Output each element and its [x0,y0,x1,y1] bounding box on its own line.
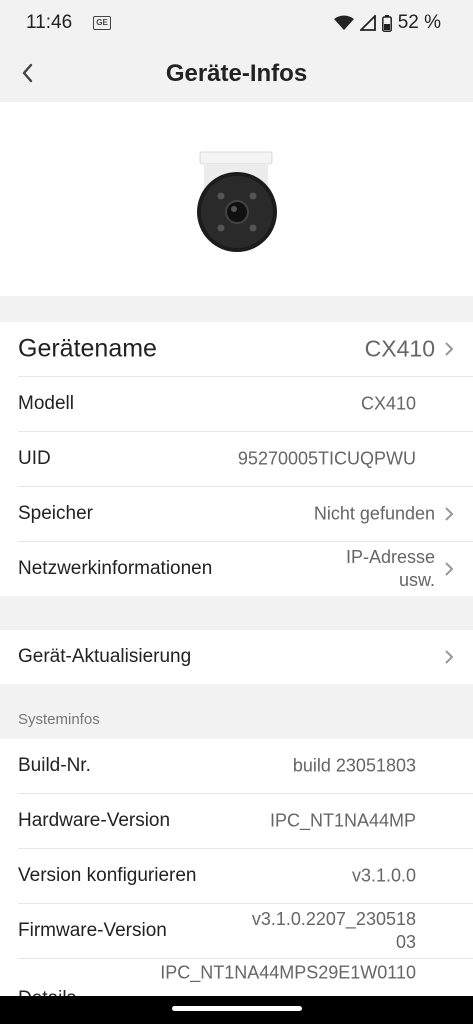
device-name-label: Gerätename [18,334,157,363]
uid-row: UID 95270005TICUQPWU [18,432,473,487]
device-name-row[interactable]: Gerätename CX410 [18,322,473,377]
update-group: Gerät-Aktualisierung [0,630,473,684]
firmware-version-line2: 03 [395,932,416,952]
network-value-line2: usw. [398,570,435,590]
hardware-version-row: Hardware-Version IPC_NT1NA44MP [18,794,473,849]
chevron-right-icon [445,507,454,521]
firmware-version-row: Firmware-Version v3.1.0.2207_230518 03 [18,904,473,959]
device-name-value: CX410 [364,335,435,362]
network-value-line1: IP-Adresse [345,547,435,567]
device-update-label: Gerät-Aktualisierung [18,646,192,667]
device-image-panel [0,102,473,296]
network-row[interactable]: Netzwerkinformationen IP-Adresse usw. [18,542,473,596]
device-update-row[interactable]: Gerät-Aktualisierung [18,630,473,684]
battery-icon [381,14,392,32]
storage-value: Nicht gefunden [313,503,435,524]
config-version-row: Version konfigurieren v3.1.0.0 [18,849,473,904]
details-value: IPC_NT1NA44MPS29E1W0110 [160,962,416,983]
cell-signal-icon [359,15,376,31]
config-version-label: Version konfigurieren [18,865,197,886]
details-label: Details [18,988,76,996]
uid-label: UID [18,448,51,469]
chevron-right-icon [445,342,454,356]
hardware-version-value: IPC_NT1NA44MP [269,810,416,831]
build-value: build 23051803 [292,755,416,776]
app-bar: Geräte-Infos [0,48,473,102]
system-info-group: Build-Nr. build 23051803 Hardware-Versio… [0,739,473,996]
details-row: Details IPC_NT1NA44MPS29E1W0110 [18,959,473,997]
page-title: Geräte-Infos [165,60,308,87]
gesture-navigation-bar [0,996,473,1024]
chevron-right-icon [445,650,454,664]
wifi-icon [333,15,354,30]
storage-label: Speicher [18,503,93,524]
network-label: Netzwerkinformationen [18,558,213,579]
camera-image [197,151,277,252]
chevron-right-icon [445,562,454,576]
build-label: Build-Nr. [18,755,91,776]
firmware-version-value: v3.1.0.2207_230518 03 [252,908,416,954]
firmware-version-label: Firmware-Version [18,920,167,941]
uid-value: 95270005TICUQPWU [237,448,416,469]
model-value: CX410 [360,393,416,414]
hardware-version-label: Hardware-Version [18,810,171,831]
home-handle[interactable] [172,1006,302,1011]
status-icons: 52 % [333,12,441,34]
notification-icon: GE [93,16,111,30]
battery-percent: 52 % [397,12,441,33]
build-row: Build-Nr. build 23051803 [18,739,473,794]
system-info-section-title: Systeminfos [18,711,100,728]
device-info-group: Gerätename CX410 Modell CX410 UID 952700… [0,322,473,596]
config-version-value: v3.1.0.0 [351,865,416,886]
network-value: IP-Adresse usw. [346,546,435,592]
firmware-version-line1: v3.1.0.2207_230518 [251,909,416,929]
storage-row[interactable]: Speicher Nicht gefunden [18,487,473,542]
status-time: 11:46 [26,12,73,33]
status-bar: 11:46 GE 52 % [0,0,473,48]
model-label: Modell [18,393,74,414]
model-row: Modell CX410 [18,377,473,432]
